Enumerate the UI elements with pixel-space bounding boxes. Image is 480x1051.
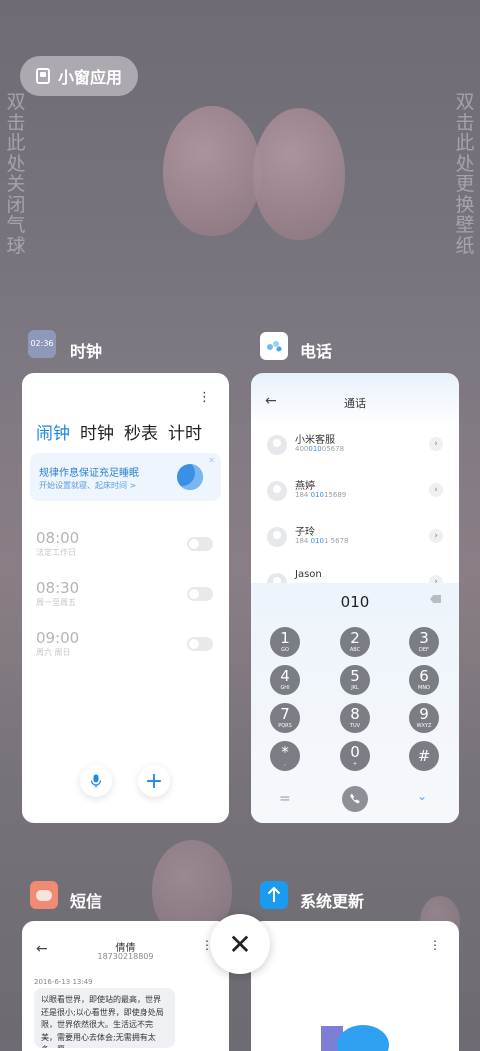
- dial-key-1[interactable]: 1 GO: [270, 627, 300, 657]
- small-window-icon: [36, 68, 50, 84]
- sms-app-title: 短信: [70, 892, 103, 911]
- contact-row[interactable]: 燕婷 184 01015689 ›: [267, 475, 443, 515]
- dial-input[interactable]: 010: [251, 593, 459, 611]
- dial-key-0[interactable]: 0 +: [340, 741, 370, 771]
- system-update-app-card[interactable]: ⋮: [251, 921, 459, 1051]
- dial-key-8[interactable]: 8 TUV: [340, 703, 370, 733]
- avatar: [267, 481, 287, 501]
- contact-number: 184 01015689: [295, 491, 347, 499]
- dial-key-hash[interactable]: #: [409, 741, 439, 771]
- phone-app-title: 电话: [300, 342, 333, 361]
- dial-key-star[interactable]: *,: [270, 741, 300, 771]
- clock-icon-time: 02:36: [30, 339, 54, 348]
- add-alarm-button[interactable]: +: [138, 765, 170, 797]
- menu-equal-icon[interactable]: =: [279, 791, 291, 807]
- small-window-apps-button[interactable]: 小窗应用: [20, 56, 138, 96]
- contact-number: 40001005678: [295, 445, 345, 453]
- alarm-toggle[interactable]: [187, 587, 213, 601]
- collapse-keypad-icon[interactable]: ⌄: [417, 789, 427, 803]
- moon-icon: [177, 464, 203, 490]
- arrow-up-icon: [267, 887, 281, 902]
- contact-name: 燕婷: [295, 481, 315, 492]
- sleep-banner[interactable]: 规律作息保证充足睡眠 开始设置就寝、起床时间 > ✕: [30, 453, 221, 501]
- alarm-time: 08:30: [36, 579, 80, 597]
- alarm-toggle[interactable]: [187, 637, 213, 651]
- dial-key-7[interactable]: 7 PQRS: [270, 703, 300, 733]
- microphone-icon: [90, 774, 102, 788]
- phone-handset-icon: [350, 794, 360, 804]
- contact-name: Jason: [295, 569, 322, 580]
- dial-key-4[interactable]: 4 GHI: [270, 665, 300, 695]
- avatar: [267, 435, 287, 455]
- tab-clock[interactable]: 时钟: [80, 419, 114, 444]
- avatar: [267, 527, 287, 547]
- dial-key-6[interactable]: 6 MNO: [409, 665, 439, 695]
- clear-all-button[interactable]: ✕: [210, 914, 270, 974]
- system-update-app-title: 系统更新: [300, 892, 365, 911]
- phone-app-icon: [260, 332, 288, 360]
- chevron-right-icon[interactable]: ›: [429, 437, 443, 451]
- tab-alarm[interactable]: 闹钟: [36, 419, 70, 444]
- dial-key-2[interactable]: 2 ABC: [340, 627, 370, 657]
- plus-icon: +: [144, 768, 164, 794]
- sleep-banner-subtitle: 开始设置就寝、起床时间 >: [39, 481, 137, 490]
- close-balloon-hint[interactable]: 双击此处关闭气球: [5, 92, 27, 256]
- background-balloon: [253, 108, 345, 240]
- sleep-banner-title: 规律作息保证充足睡眠: [39, 468, 139, 479]
- sms-message-bubble[interactable]: 以眼看世界，即使站的最高，世界还是很小;以心看世界，即使身处局限，世界依然很大。…: [34, 988, 175, 1048]
- miui-logo: [337, 1025, 389, 1051]
- system-update-app-icon: [260, 881, 288, 909]
- dial-key-5[interactable]: 5 JKL: [340, 665, 370, 695]
- change-wallpaper-hint[interactable]: 双击此处更换壁纸: [454, 92, 476, 256]
- contact-row[interactable]: 小米客服 40001005678 ›: [267, 429, 443, 469]
- sms-timestamp: 2016-6-13 13:49: [34, 978, 93, 986]
- dial-key-3[interactable]: 3 DEF: [409, 627, 439, 657]
- small-window-label: 小窗应用: [58, 68, 123, 87]
- more-options-icon[interactable]: ⋮: [429, 939, 441, 951]
- phone-app-card[interactable]: ← 通话 小米客服 40001005678 › 燕婷 184 01015689 …: [251, 373, 459, 823]
- alarm-toggle[interactable]: [187, 537, 213, 551]
- clock-tabs: 闹钟 时钟 秒表 计时: [36, 419, 202, 444]
- chevron-right-icon[interactable]: ›: [429, 529, 443, 543]
- alarm-repeat: 周六 周日: [36, 648, 71, 657]
- more-options-icon[interactable]: ⋮: [198, 391, 211, 404]
- chevron-right-icon[interactable]: ›: [429, 483, 443, 497]
- call-button[interactable]: [342, 786, 368, 812]
- background-balloon: [163, 106, 261, 236]
- voice-alarm-button[interactable]: [80, 765, 112, 797]
- contact-number: 184 0101 5678: [295, 537, 349, 545]
- clock-app-card[interactable]: ⋮ 闹钟 时钟 秒表 计时 规律作息保证充足睡眠 开始设置就寝、起床时间 > ✕…: [22, 373, 229, 823]
- sms-app-card[interactable]: ← 倩倩 18730218809 ⋮ 2016-6-13 13:49 以眼看世界…: [22, 921, 229, 1051]
- alarm-repeat: 法定工作日: [36, 548, 76, 557]
- alarm-time: 09:00: [36, 629, 80, 647]
- clock-app-icon: 02:36: [28, 330, 56, 358]
- sms-contact-number: 18730218809: [97, 952, 154, 961]
- dial-pad: 010 1 GO 2 ABC 3 DEF 4 GHI 5 JKL 6 MNO 7 PQRS 8…: [251, 583, 459, 823]
- alarm-time: 08:00: [36, 529, 80, 547]
- clock-app-title: 时钟: [70, 342, 103, 361]
- sms-app-icon: [30, 881, 58, 909]
- close-icon: ✕: [228, 927, 252, 961]
- phone-header-title: 通话: [344, 397, 366, 410]
- dial-key-9[interactable]: 9 WXYZ: [409, 703, 439, 733]
- contact-row[interactable]: 子玲 184 0101 5678 ›: [267, 521, 443, 561]
- alarm-repeat: 周一至周五: [36, 598, 76, 607]
- contact-name: 子玲: [295, 527, 315, 538]
- banner-close-icon[interactable]: ✕: [208, 456, 215, 465]
- tab-timer[interactable]: 计时: [168, 419, 202, 444]
- contact-name: 小米客服: [295, 435, 335, 446]
- tab-stopwatch[interactable]: 秒表: [124, 419, 158, 444]
